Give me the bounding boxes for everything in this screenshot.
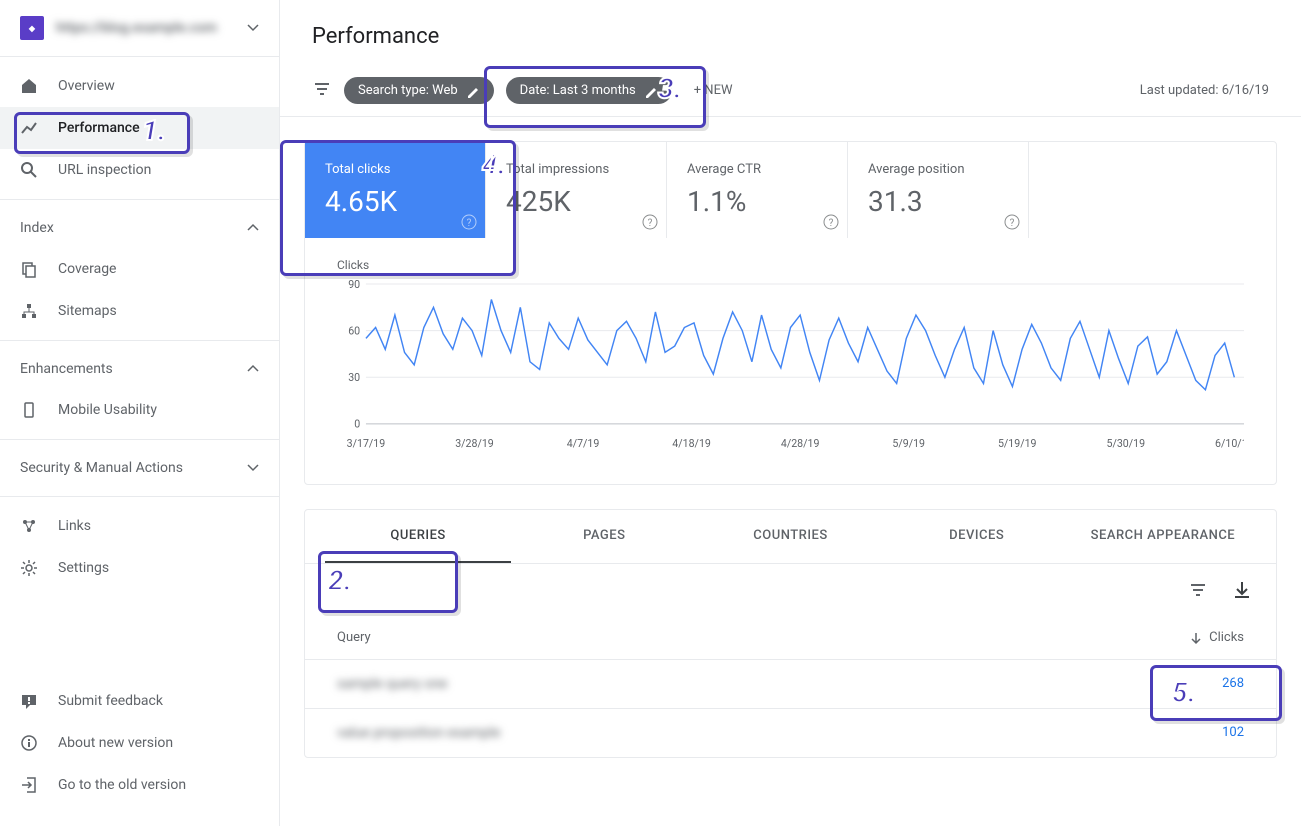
pencil-icon bbox=[466, 84, 480, 98]
table-row[interactable]: sample query one268 bbox=[305, 659, 1276, 708]
help-icon: ? bbox=[461, 214, 477, 230]
sidebar-item-label: Overview bbox=[58, 78, 115, 94]
svg-text:3/17/19: 3/17/19 bbox=[347, 437, 386, 450]
property-name: https://blog.example.com bbox=[56, 20, 235, 36]
chart-line-icon bbox=[20, 119, 38, 137]
property-selector[interactable]: ◆ https://blog.example.com bbox=[0, 0, 279, 56]
submit-feedback[interactable]: Submit feedback bbox=[0, 680, 279, 722]
add-filter-button[interactable]: + NEW bbox=[684, 77, 743, 104]
metric-average-ctr[interactable]: Average CTR1.1%? bbox=[667, 142, 848, 238]
svg-text:90: 90 bbox=[348, 278, 360, 291]
sidebar-item-label: URL inspection bbox=[58, 162, 151, 178]
clicks-column-header[interactable]: Clicks bbox=[1189, 630, 1244, 645]
home-icon bbox=[20, 77, 38, 95]
download-icon[interactable] bbox=[1232, 580, 1252, 600]
metric-total-clicks[interactable]: Total clicks4.65K? bbox=[305, 142, 486, 238]
tab-queries[interactable]: QUERIES bbox=[325, 510, 511, 563]
links-icon bbox=[20, 517, 38, 535]
sidebar-item-sitemaps[interactable]: Sitemaps bbox=[0, 290, 279, 332]
svg-text:4/18/19: 4/18/19 bbox=[672, 437, 711, 450]
info-icon bbox=[20, 734, 38, 752]
property-logo: ◆ bbox=[20, 16, 44, 40]
help-icon: ? bbox=[823, 214, 839, 230]
tab-countries[interactable]: COUNTRIES bbox=[697, 510, 883, 563]
svg-text:?: ? bbox=[1010, 218, 1015, 229]
copy-icon bbox=[20, 260, 38, 278]
svg-text:5/19/19: 5/19/19 bbox=[998, 437, 1037, 450]
help-icon: ? bbox=[1004, 214, 1020, 230]
chevron-up-icon bbox=[247, 363, 259, 375]
svg-text:?: ? bbox=[648, 218, 653, 229]
search-type-chip[interactable]: Search type: Web bbox=[344, 77, 494, 104]
chevron-down-icon bbox=[247, 22, 259, 34]
sidebar-item-performance[interactable]: Performance bbox=[0, 107, 279, 149]
svg-text:?: ? bbox=[467, 218, 472, 229]
sidebar-item-links[interactable]: Links bbox=[0, 505, 279, 547]
nav-section-enhancements[interactable]: Enhancements bbox=[0, 349, 279, 389]
filter-icon[interactable] bbox=[1188, 580, 1208, 600]
sidebar-item-coverage[interactable]: Coverage bbox=[0, 248, 279, 290]
metric-total-impressions[interactable]: Total impressions425K? bbox=[486, 142, 667, 238]
table-row[interactable]: value proposition example102 bbox=[305, 708, 1276, 757]
svg-text:4/7/19: 4/7/19 bbox=[567, 437, 600, 450]
filter-icon[interactable] bbox=[312, 79, 332, 103]
arrow-down-icon bbox=[1189, 631, 1203, 645]
search-icon bbox=[20, 161, 38, 179]
pencil-icon bbox=[644, 84, 658, 98]
tab-pages[interactable]: PAGES bbox=[511, 510, 697, 563]
svg-text:5/30/19: 5/30/19 bbox=[1107, 437, 1146, 450]
svg-text:6/10/19: 6/10/19 bbox=[1215, 437, 1244, 450]
svg-text:0: 0 bbox=[354, 418, 360, 431]
page-title: Performance bbox=[280, 0, 1301, 65]
mobile-icon bbox=[20, 401, 38, 419]
exit-icon bbox=[20, 776, 38, 794]
tab-search-appearance[interactable]: SEARCH APPEARANCE bbox=[1070, 510, 1256, 563]
help-icon: ? bbox=[642, 214, 658, 230]
svg-text:30: 30 bbox=[348, 371, 360, 384]
sitemap-icon bbox=[20, 302, 38, 320]
svg-text:5/9/19: 5/9/19 bbox=[892, 437, 925, 450]
svg-text:3/28/19: 3/28/19 bbox=[455, 437, 494, 450]
sidebar-item-settings[interactable]: Settings bbox=[0, 547, 279, 589]
svg-text:4/28/19: 4/28/19 bbox=[781, 437, 820, 450]
chart-y-title: Clicks bbox=[337, 258, 1244, 272]
sidebar-item-overview[interactable]: Overview bbox=[0, 65, 279, 107]
filter-bar: Search type: Web Date: Last 3 months + N… bbox=[280, 65, 1301, 117]
gear-icon bbox=[20, 559, 38, 577]
go-to-old-version[interactable]: Go to the old version bbox=[0, 764, 279, 806]
last-updated: Last updated: 6/16/19 bbox=[1140, 83, 1269, 98]
chevron-up-icon bbox=[247, 222, 259, 234]
date-chip[interactable]: Date: Last 3 months bbox=[506, 77, 672, 104]
clicks-chart: 0 30 60 90 3/17/19 3/28/19 4/7/19 4/18/19 4/28/1… bbox=[337, 276, 1244, 456]
svg-text:60: 60 bbox=[348, 324, 360, 337]
sidebar-item-mobile-usability[interactable]: Mobile Usability bbox=[0, 389, 279, 431]
metric-average-position[interactable]: Average position31.3? bbox=[848, 142, 1029, 238]
nav-section-index[interactable]: Index bbox=[0, 208, 279, 248]
about-new-version[interactable]: About new version bbox=[0, 722, 279, 764]
query-column-header: Query bbox=[337, 630, 371, 645]
nav-section-security[interactable]: Security & Manual Actions bbox=[0, 448, 279, 488]
sidebar-item-url-inspection[interactable]: URL inspection bbox=[0, 149, 279, 191]
svg-text:?: ? bbox=[829, 218, 834, 229]
chevron-down-icon bbox=[247, 462, 259, 474]
feedback-icon bbox=[20, 692, 38, 710]
tab-devices[interactable]: DEVICES bbox=[884, 510, 1070, 563]
sidebar-item-label: Performance bbox=[58, 120, 140, 136]
